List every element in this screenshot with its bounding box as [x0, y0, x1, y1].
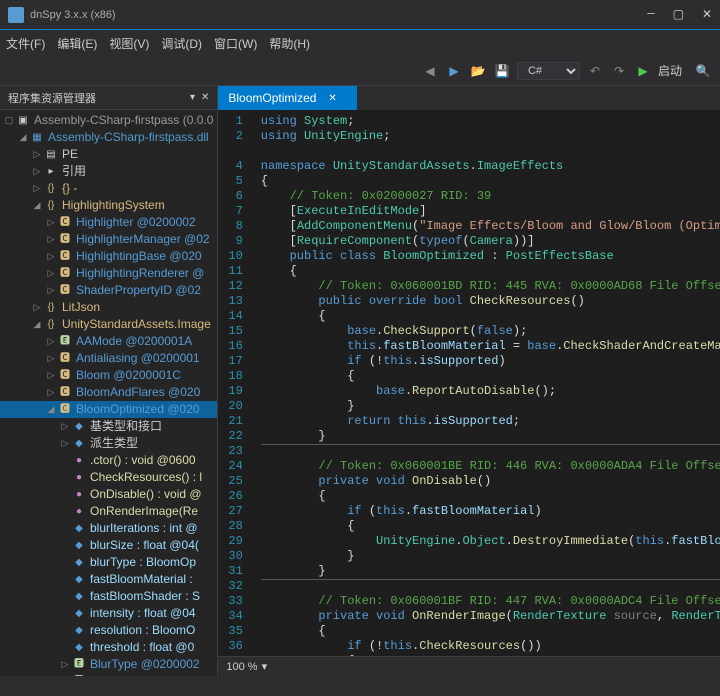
- tree-item[interactable]: ◆blurSize : float @04(: [0, 537, 217, 554]
- save-icon[interactable]: 💾: [493, 62, 511, 80]
- undo-icon[interactable]: ↶: [586, 62, 604, 80]
- tree-item[interactable]: ▢▣Assembly-CSharp-firstpass (0.0.0: [0, 112, 217, 129]
- sidebar-close-icon[interactable]: ✕: [201, 92, 209, 103]
- tree-item[interactable]: ◆blurType : BloomOp: [0, 554, 217, 571]
- maximize-button[interactable]: ▢: [673, 7, 684, 22]
- tree-item[interactable]: ▷▸引用: [0, 163, 217, 180]
- tree[interactable]: ▢▣Assembly-CSharp-firstpass (0.0.0◢▦Asse…: [0, 110, 217, 676]
- tree-item[interactable]: ◢{}UnityStandardAssets.Image: [0, 316, 217, 333]
- tree-item[interactable]: ◢🅲BloomOptimized @020: [0, 401, 217, 418]
- tree-item[interactable]: ▷🅲ShaderPropertyID @02: [0, 282, 217, 299]
- tab-active[interactable]: BloomOptimized✕: [218, 86, 356, 110]
- open-icon[interactable]: 📂: [469, 62, 487, 80]
- toolbar: ◀ ▶ 📂 💾 C# ↶ ↷ ▶ 启动 🔍: [0, 56, 720, 86]
- tree-item[interactable]: ●OnRenderImage(Re: [0, 503, 217, 520]
- tree-item[interactable]: ▷🅲HighlighterManager @02: [0, 231, 217, 248]
- tree-item[interactable]: ●.ctor() : void @0600: [0, 452, 217, 469]
- menubar: 文件(F) 编辑(E) 视图(V) 调试(D) 窗口(W) 帮助(H): [0, 30, 720, 56]
- code-content[interactable]: using System;using UnityEngine;namespace…: [253, 110, 720, 656]
- titlebar: dnSpy 3.x.x (x86) ─ ▢ ✕: [0, 0, 720, 30]
- tree-item[interactable]: ▷🅲Antialiasing @0200001: [0, 350, 217, 367]
- line-gutter: 1245678910111213141516171819202122232425…: [218, 110, 252, 656]
- tree-item[interactable]: ▷🅴Resolution @020002: [0, 673, 217, 676]
- tree-item[interactable]: ▷▤PE: [0, 146, 217, 163]
- play-icon[interactable]: ▶: [634, 62, 652, 80]
- tree-item[interactable]: ◆threshold : float @0: [0, 639, 217, 656]
- tree-item[interactable]: ●OnDisable() : void @: [0, 486, 217, 503]
- tree-item[interactable]: ▷🅴BlurType @0200002: [0, 656, 217, 673]
- code-editor: BloomOptimized✕ 124567891011121314151617…: [218, 86, 720, 676]
- minimize-button[interactable]: ─: [647, 7, 654, 22]
- tree-item[interactable]: ◆resolution : BloomO: [0, 622, 217, 639]
- sidebar-title: 程序集资源管理器: [8, 90, 190, 106]
- start-label[interactable]: 启动: [658, 62, 682, 79]
- tree-item[interactable]: ▷{}LitJson: [0, 299, 217, 316]
- tree-item[interactable]: ◆fastBloomShader : S: [0, 588, 217, 605]
- zoom-level[interactable]: 100 %: [226, 661, 257, 673]
- window-title: dnSpy 3.x.x (x86): [30, 9, 647, 21]
- sidebar-pin-icon[interactable]: ▾: [190, 92, 195, 103]
- nav-fwd-icon[interactable]: ▶: [445, 62, 463, 80]
- search-icon[interactable]: 🔍: [694, 62, 712, 80]
- tree-item[interactable]: ▷🅴AAMode @0200001A: [0, 333, 217, 350]
- language-select[interactable]: C#: [517, 62, 580, 80]
- tree-item[interactable]: ▷◆基类型和接口: [0, 418, 217, 435]
- tree-item[interactable]: ◢▦Assembly-CSharp-firstpass.dll: [0, 129, 217, 146]
- close-button[interactable]: ✕: [702, 7, 712, 22]
- tree-item[interactable]: ●CheckResources() : l: [0, 469, 217, 486]
- menu-item[interactable]: 视图(V): [109, 35, 149, 52]
- tree-item[interactable]: ◢{}HighlightingSystem: [0, 197, 217, 214]
- zoom-dropdown-icon[interactable]: ▾: [262, 660, 268, 673]
- redo-icon[interactable]: ↷: [610, 62, 628, 80]
- tree-item[interactable]: ◆intensity : float @04: [0, 605, 217, 622]
- menu-item[interactable]: 编辑(E): [57, 35, 97, 52]
- assembly-explorer: 程序集资源管理器 ▾ ✕ ▢▣Assembly-CSharp-firstpass…: [0, 86, 218, 676]
- nav-back-icon[interactable]: ◀: [421, 62, 439, 80]
- app-icon: [8, 7, 24, 23]
- menu-item[interactable]: 帮助(H): [269, 35, 310, 52]
- tree-item[interactable]: ▷◆派生类型: [0, 435, 217, 452]
- menu-item[interactable]: 调试(D): [161, 35, 202, 52]
- tree-item[interactable]: ▷🅲HighlightingBase @020: [0, 248, 217, 265]
- tree-item[interactable]: ▷{}{} -: [0, 180, 217, 197]
- menu-item[interactable]: 文件(F): [6, 35, 45, 52]
- tree-item[interactable]: ◆fastBloomMaterial :: [0, 571, 217, 588]
- tree-item[interactable]: ▷🅲Highlighter @0200002: [0, 214, 217, 231]
- statusbar: 100 % ▾: [218, 656, 720, 676]
- tree-item[interactable]: ▷🅲BloomAndFlares @020: [0, 384, 217, 401]
- menu-item[interactable]: 窗口(W): [214, 35, 257, 52]
- tree-item[interactable]: ▷🅲Bloom @0200001C: [0, 367, 217, 384]
- editor-tabs: BloomOptimized✕: [218, 86, 720, 110]
- tree-item[interactable]: ◆blurIterations : int @: [0, 520, 217, 537]
- tree-item[interactable]: ▷🅲HighlightingRenderer @: [0, 265, 217, 282]
